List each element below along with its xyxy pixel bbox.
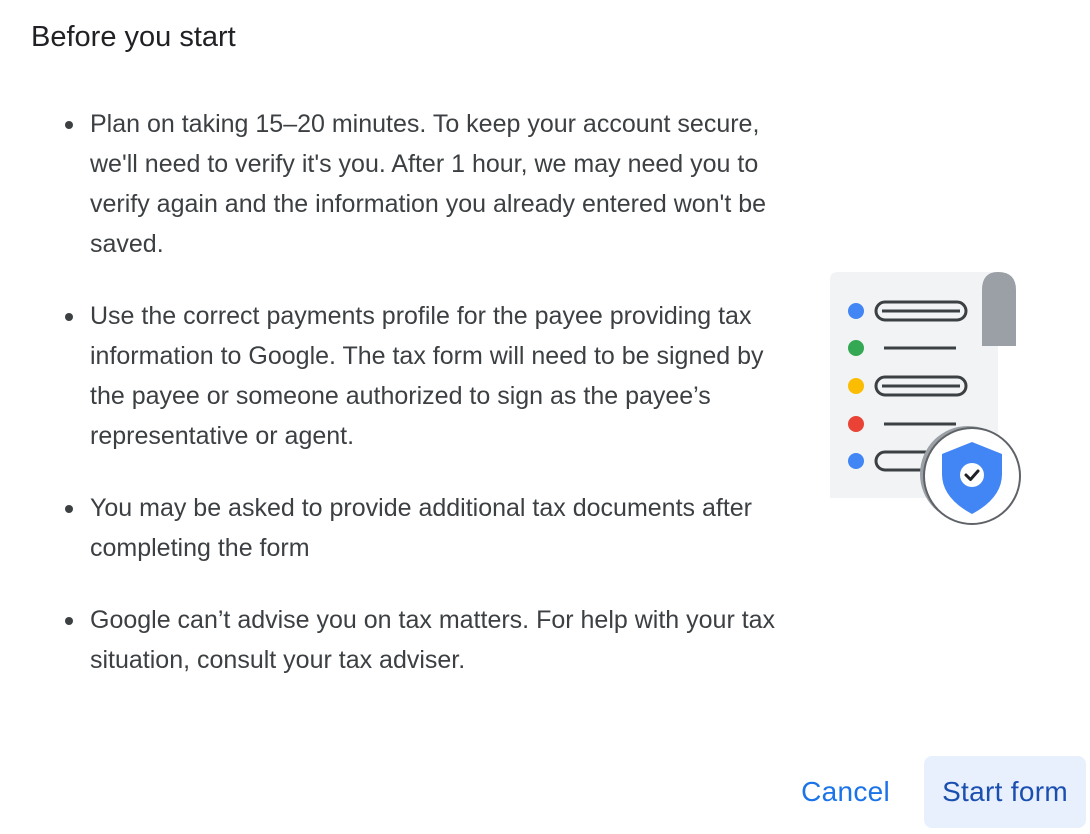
list-item: Use the correct payments profile for the… xyxy=(55,296,805,456)
dialog-title: Before you start xyxy=(31,21,236,53)
document-fold xyxy=(982,272,1016,346)
list-item-text: Plan on taking 15–20 minutes. To keep yo… xyxy=(90,110,767,258)
document-shield-icon xyxy=(826,268,1026,532)
bullet-dot xyxy=(65,121,73,129)
list-item-text: Google can’t advise you on tax matters. … xyxy=(90,606,776,674)
bullet-dot xyxy=(65,617,73,625)
bullet-dot xyxy=(65,505,73,513)
before-you-start-dialog: Before you start Plan on taking 15–20 mi… xyxy=(0,0,1090,834)
row-dot xyxy=(848,303,864,319)
dialog-actions: Cancel Start form xyxy=(785,756,1086,828)
start-form-button[interactable]: Start form xyxy=(924,756,1086,828)
bullet-dot xyxy=(65,313,73,321)
row-dot xyxy=(848,453,864,469)
list-item: You may be asked to provide additional t… xyxy=(55,488,805,568)
row-dot xyxy=(848,340,864,356)
check-circle xyxy=(960,463,984,487)
instructions-list: Plan on taking 15–20 minutes. To keep yo… xyxy=(55,104,805,712)
list-item: Google can’t advise you on tax matters. … xyxy=(55,600,805,680)
row-dot xyxy=(848,416,864,432)
list-item-text: You may be asked to provide additional t… xyxy=(90,494,752,562)
list-item: Plan on taking 15–20 minutes. To keep yo… xyxy=(55,104,805,264)
cancel-button[interactable]: Cancel xyxy=(785,756,906,828)
row-dot xyxy=(848,378,864,394)
list-item-text: Use the correct payments profile for the… xyxy=(90,302,764,450)
